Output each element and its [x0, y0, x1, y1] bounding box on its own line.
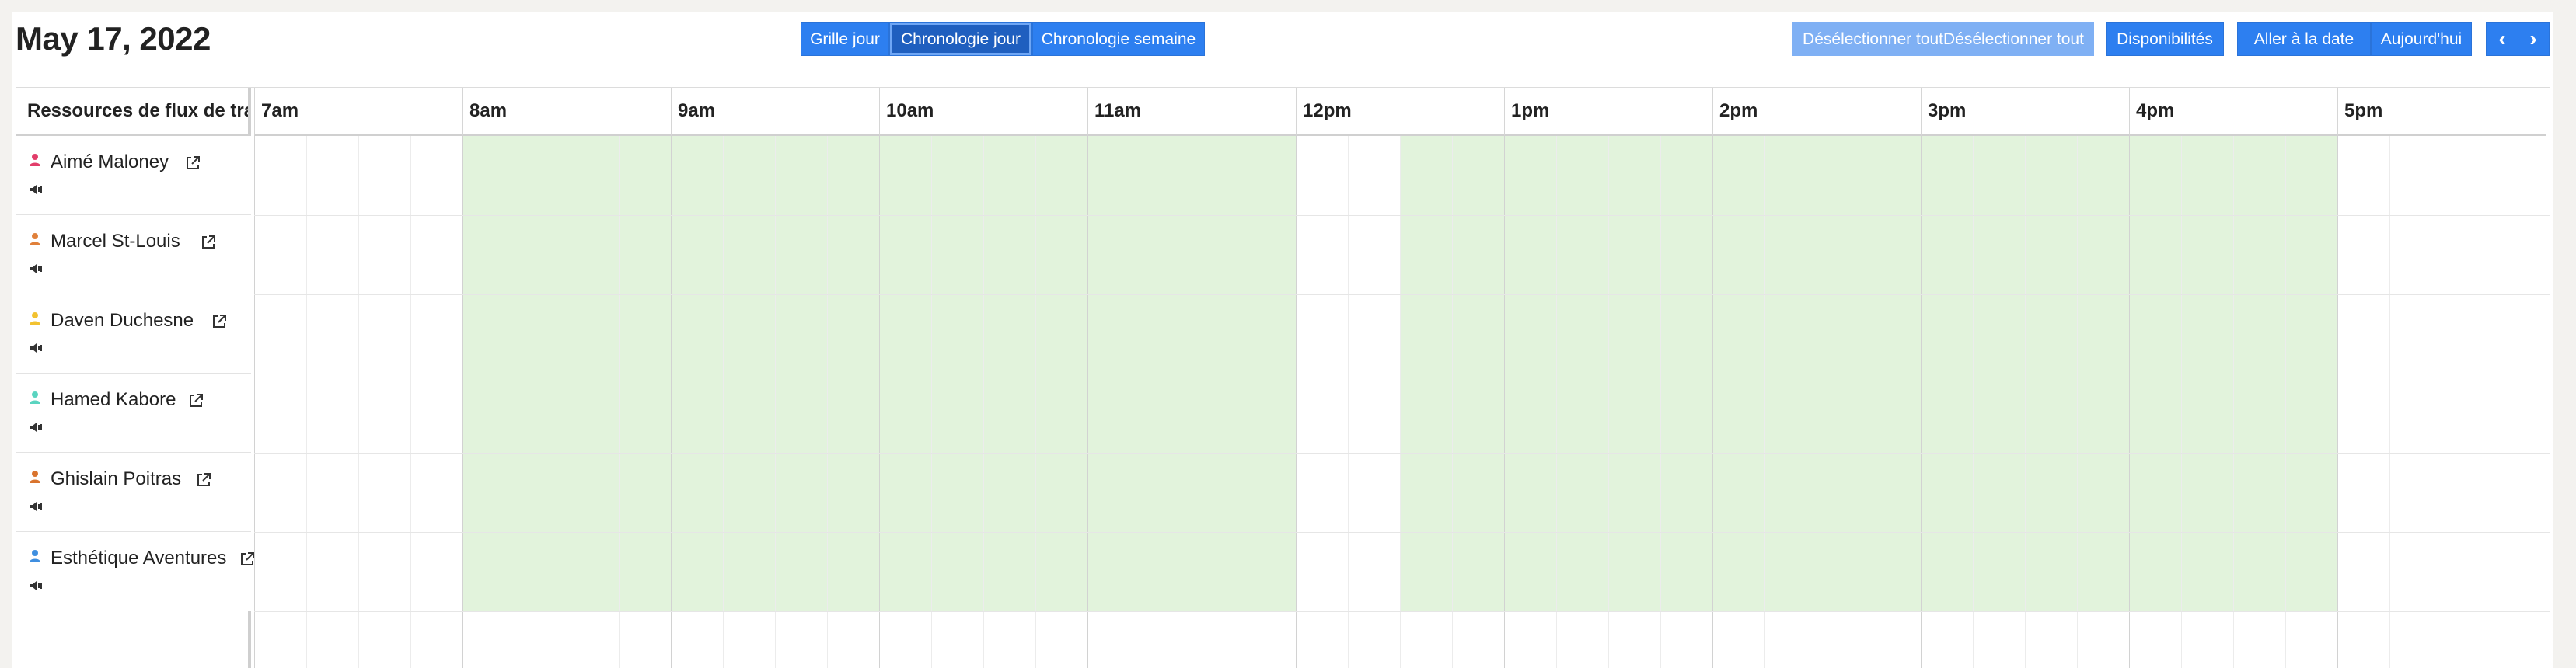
- timeline-area[interactable]: 7am 8am 9am 10am 11am 12pm 1pm 2pm 3pm 4pm 5pm: [254, 88, 2550, 668]
- external-link-icon[interactable]: [184, 155, 201, 172]
- hour-header: 11am: [1087, 88, 1296, 136]
- person-icon: [30, 550, 40, 562]
- hour-header: 1pm: [1504, 88, 1712, 136]
- bullhorn-icon: [30, 423, 42, 432]
- external-link-icon[interactable]: [195, 471, 212, 489]
- hour-label: 12pm: [1303, 100, 1352, 121]
- person-icon: [30, 471, 40, 483]
- resource-name: Ghislain Poitras: [51, 468, 182, 489]
- resource-row[interactable]: Marcel St-Louis: [16, 215, 251, 294]
- chevron-right-icon[interactable]: ›: [2529, 22, 2536, 56]
- hour-header: 7am: [254, 88, 462, 136]
- person-icon: [30, 391, 40, 404]
- hour-header: 8am: [462, 88, 671, 136]
- go-to-date-button[interactable]: Aller à la date: [2237, 22, 2371, 56]
- availability-button[interactable]: Disponibilités: [2106, 22, 2224, 56]
- hour-label: 2pm: [1719, 100, 1758, 121]
- hour-label: 3pm: [1928, 100, 1967, 121]
- person-icon: [30, 154, 40, 166]
- resource-name: Daven Duchesne: [51, 310, 194, 331]
- bullhorn-icon: [30, 264, 42, 273]
- row-separator: [254, 453, 2550, 454]
- hour-header: 12pm: [1296, 88, 1504, 136]
- view-day-timeline-button[interactable]: Chronologie jour: [889, 22, 1032, 56]
- external-link-icon[interactable]: [239, 551, 256, 568]
- resource-row[interactable]: Hamed Kabore: [16, 374, 251, 453]
- hour-header: 5pm: [2337, 88, 2546, 136]
- bullhorn-icon: [30, 581, 42, 590]
- view-week-timeline-button[interactable]: Chronologie semaine: [1032, 22, 1205, 56]
- resources-column-header: Ressources de flux de travail: [16, 88, 251, 136]
- external-link-icon[interactable]: [211, 313, 228, 330]
- hour-label: 1pm: [1511, 100, 1550, 121]
- window-right-border: [2553, 12, 2576, 668]
- bullhorn-icon: [30, 502, 42, 511]
- today-button[interactable]: Aujourd'hui: [2371, 22, 2472, 56]
- window-top-border: [0, 0, 2576, 12]
- hour-header: 10am: [879, 88, 1087, 136]
- row-separator: [254, 215, 2550, 216]
- row-separator: [254, 294, 2550, 295]
- view-day-grid-button[interactable]: Grille jour: [801, 22, 889, 56]
- timeline-grid: Ressources de flux de travail Aimé Malon…: [16, 87, 2550, 668]
- resource-name: Aimé Maloney: [51, 151, 169, 172]
- hour-label: 11am: [1094, 100, 1142, 121]
- hour-label: 8am: [469, 100, 508, 121]
- chevron-left-icon[interactable]: ‹: [2498, 22, 2505, 56]
- hour-header: 9am: [671, 88, 879, 136]
- resource-name: Marcel St-Louis: [51, 231, 180, 252]
- prev-next-button-group: ‹ ›: [2486, 22, 2550, 56]
- hour-header: 3pm: [1921, 88, 2129, 136]
- bullhorn-icon: [30, 185, 42, 194]
- app-window: May 17, 2022 Grille jour Chronologie jou…: [0, 0, 2576, 668]
- hour-label: 10am: [886, 100, 934, 121]
- bullhorn-icon: [30, 343, 42, 353]
- external-link-icon[interactable]: [200, 234, 217, 251]
- resource-name: Hamed Kabore: [51, 389, 176, 410]
- calendar-date-title: May 17, 2022: [16, 20, 211, 57]
- hour-header: 4pm: [2129, 88, 2337, 136]
- resource-row[interactable]: Ghislain Poitras: [16, 453, 251, 532]
- hour-label: 4pm: [2136, 100, 2175, 121]
- hour-label: 5pm: [2344, 100, 2383, 121]
- external-link-icon[interactable]: [187, 392, 204, 409]
- resource-row[interactable]: Aimé Maloney: [16, 136, 251, 215]
- resource-row[interactable]: Daven Duchesne: [16, 294, 251, 374]
- hour-header: 2pm: [1712, 88, 1921, 136]
- deselect-all-button[interactable]: Désélectionner toutDésélectionner tout: [1792, 22, 2094, 56]
- resource-name: Esthétique Aventures: [51, 548, 227, 569]
- row-separator: [254, 611, 2550, 612]
- resource-row[interactable]: Esthétique Aventures: [16, 532, 254, 611]
- hour-label: 9am: [678, 100, 716, 121]
- hour-label: 7am: [261, 100, 299, 121]
- person-icon: [30, 312, 40, 325]
- row-separator: [254, 532, 2550, 533]
- window-left-border: [0, 12, 12, 668]
- person-icon: [30, 233, 40, 245]
